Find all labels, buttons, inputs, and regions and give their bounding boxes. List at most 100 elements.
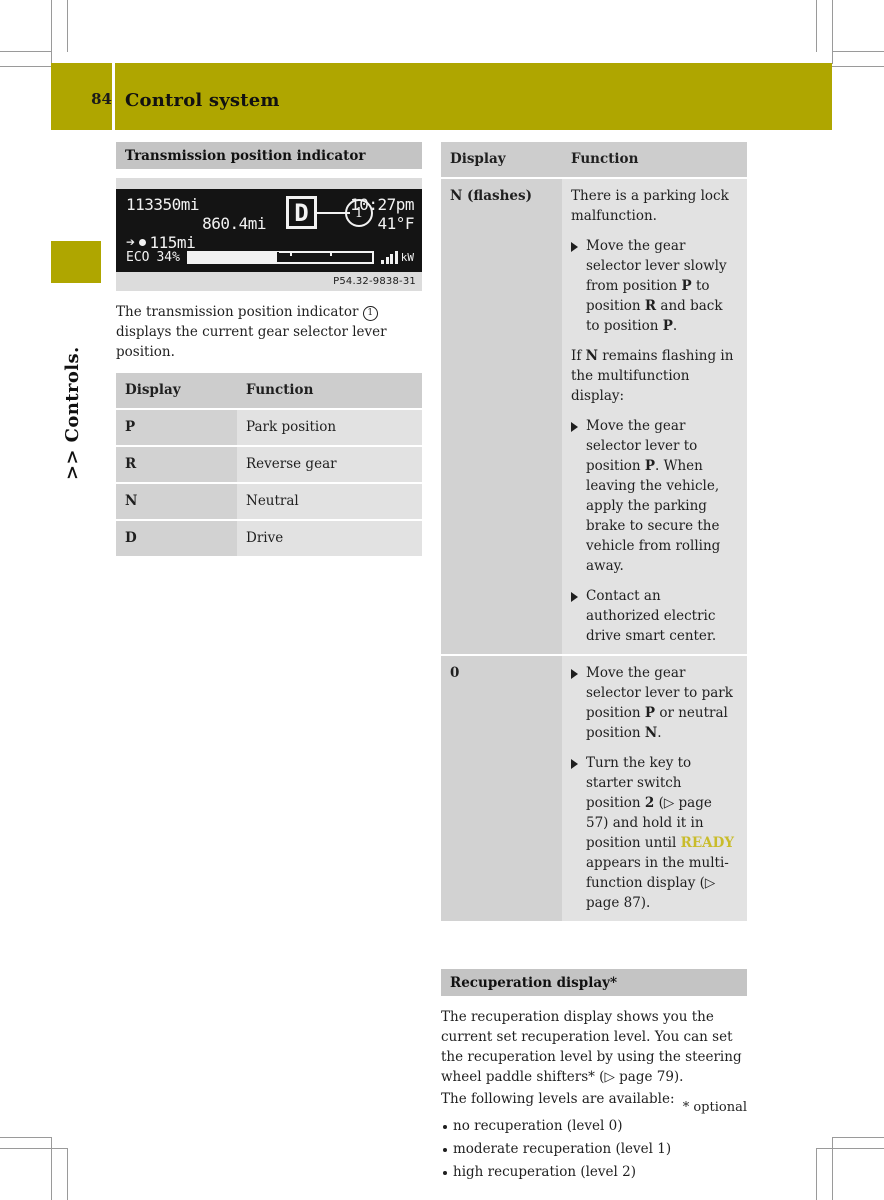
gear-position-indicator: D [286,196,317,229]
chapter-tab-label: >> Controls. [62,346,83,480]
instruction-step: Move the gear selector lever slowly from… [571,236,738,336]
malfunction-table-body: N (flashes) There is a parking lock malf… [441,178,747,921]
malfunction-table-head: Display Function [441,142,747,179]
table-row: N (flashes) There is a parking lock malf… [441,178,747,656]
cell-function: Park position [237,409,422,447]
crop-mark-top-right-horizontal-outer [832,51,884,52]
table-header-row: Display Function [441,142,747,179]
recuperation-body: The recuperation display shows you the c… [441,1007,747,1109]
eco-bar-tick [289,251,292,256]
table-row: P Park position [116,409,422,447]
eco-bar-fill [188,253,277,262]
cell-display: D [116,520,237,556]
crop-mark-top-left-vertical-outer [51,0,52,64]
gear-position-table-body: P Park position R Reverse gear N Neutral… [116,409,422,556]
instruction-step: Move the gear selector lever to position… [571,416,738,576]
step-triangle-icon [571,422,578,432]
instrument-cluster-display: 113350mi 860.4mi ➔ 115mi D 1 10:27pm 41°… [116,189,422,272]
table-header-row: Display Function [116,373,422,410]
table-row: D Drive [116,520,422,556]
recuperation-levels-list: no recuperation (level 0) moderate recup… [441,1115,747,1184]
intro-text-after: displays the current gear selector lever… [116,324,387,360]
eco-bar-tick [249,251,252,256]
gear-ref: R [644,298,657,314]
gear-ref: P [644,458,656,474]
crop-mark-bottom-right-horizontal-outer [832,1137,884,1138]
step-triangle-icon [571,759,578,769]
temperature-reading: 41°F [377,214,414,233]
cross-reference-icon: ▷ [704,875,716,891]
cell-display: 0 [441,655,562,921]
gear-ref: N [644,725,658,741]
figure-transmission-indicator: 113350mi 860.4mi ➔ 115mi D 1 10:27pm 41°… [116,178,422,291]
crop-mark-bottom-left-vertical-inner [67,1148,68,1200]
gear-ref: P [644,705,656,721]
crop-mark-top-left-horizontal-outer [0,51,52,52]
cell-function: There is a parking lock malfunction. Mov… [562,178,747,656]
left-column: Transmission position indicator 113350mi… [116,142,422,556]
cell-function: Move the gear selector lever to park pos… [562,655,747,921]
odometer-reading: 113350mi [126,195,200,214]
step-triangle-icon [571,592,578,602]
intro-text-before: The transmission position indicator [116,304,363,320]
gear-ref: P [681,278,692,294]
eco-percent: 34% [156,250,180,265]
instruction-step: Contact an authorized electric drive sma… [571,586,738,646]
table-row: R Reverse gear [116,446,422,484]
step-triangle-icon [571,669,578,679]
cell-display: N [116,483,237,521]
cross-reference-icon: ▷ [663,795,675,811]
recuperation-paragraph-1: The recuperation display shows you the c… [441,1009,742,1085]
figure-caption: P54.32-9838-31 [333,276,416,287]
list-item: high recuperation (level 2) [441,1161,747,1184]
transmission-intro-paragraph: The transmission position indicator 1 di… [116,302,422,362]
column-header-function: Function [562,142,747,179]
range-arrow-icon: ➔ [126,233,135,251]
gear-position-table: Display Function P Park position R Rever… [116,373,422,556]
column-header-function: Function [237,373,422,410]
crop-mark-bottom-left-vertical-outer [51,1137,52,1200]
step-triangle-icon [571,242,578,252]
gear-position-table-head: Display Function [116,373,422,410]
cell-function: Reverse gear [237,446,422,484]
page-number: 84 [91,90,112,108]
crop-mark-top-left-vertical-inner [67,0,68,52]
malfunction-table: Display Function N (flashes) There is a … [441,142,747,921]
gear-ref: P [662,318,673,334]
cell-display: P [116,409,237,447]
instruction-step: Turn the key to starter switch position … [571,753,738,913]
eco-bar-tick [330,251,333,256]
crop-mark-top-right-vertical-inner [816,0,817,52]
cell-display: R [116,446,237,484]
crop-mark-bottom-right-vertical-inner [816,1148,817,1200]
page-title: Control system [125,90,280,111]
footnote-optional: * optional [682,1100,747,1115]
transmission-intro-text: The transmission position indicator 1 di… [116,302,422,362]
cell-function: Neutral [237,483,422,521]
instruction-paragraph: There is a parking lock malfunction. [571,188,729,224]
section-title-transmission: Transmission position indicator [116,142,422,169]
crop-mark-top-right-vertical-outer [832,0,833,64]
power-unit-label: kW [400,251,414,264]
cell-function: Drive [237,520,422,556]
list-item: no recuperation (level 0) [441,1115,747,1138]
instruction-step: Move the gear selector lever to park pos… [571,663,738,743]
chapter-tab-marker [51,241,101,283]
crop-mark-bottom-right-vertical-outer [832,1137,833,1200]
table-row: 0 Move the gear selector lever to park p… [441,655,747,921]
list-item: moderate recuperation (level 1) [441,1138,747,1161]
table-row: N Neutral [116,483,422,521]
range-dot-icon [138,239,146,246]
crop-mark-bottom-left-horizontal-inner [0,1148,68,1149]
gear-ref: 2 [644,795,655,811]
instruction-paragraph: If N remains flashing in the multifuncti… [571,348,734,404]
power-bars-icon [381,251,398,264]
eco-label: ECO [126,250,150,265]
ready-indicator-text: READY [680,835,734,851]
header-divider [112,63,115,130]
inline-callout-marker: 1 [362,306,378,321]
eco-bar-marker [276,252,279,258]
crop-mark-bottom-right-horizontal-inner [816,1148,884,1149]
crop-mark-bottom-left-horizontal-outer [0,1137,52,1138]
